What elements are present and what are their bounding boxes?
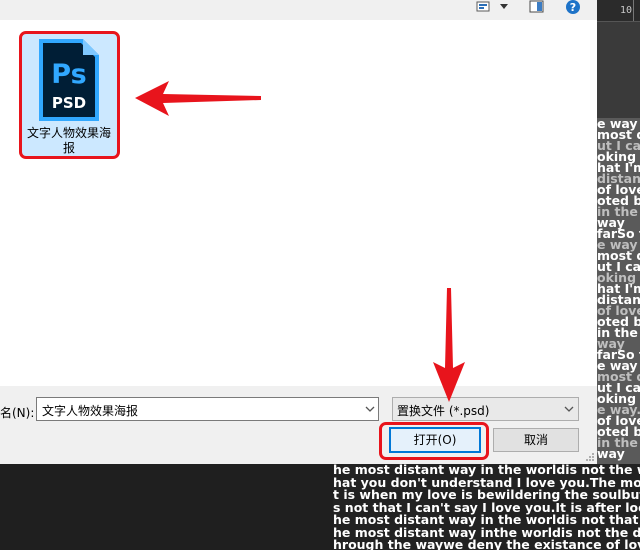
poster-text-area: he most distant way in the worldis not t…	[333, 464, 640, 550]
file-item-label: 文字人物效果海 报	[22, 126, 116, 156]
preview-pane-icon[interactable]	[529, 0, 545, 19]
svg-text:PSD: PSD	[52, 94, 86, 112]
view-menu-icon[interactable]	[476, 0, 492, 19]
poster-canvas: e way fmost disut I canoking ihat I'm ld…	[597, 118, 640, 464]
photoshop-file-icon: Ps PSD	[39, 39, 99, 121]
file-name-line-1: 文字人物效果海	[26, 126, 111, 140]
file-item-psd[interactable]: Ps PSD 文字人物效果海 报	[19, 31, 120, 159]
svg-text:Ps: Ps	[51, 59, 86, 90]
chevron-down-icon[interactable]	[365, 405, 375, 413]
resize-grip-icon[interactable]	[585, 452, 595, 462]
cancel-button[interactable]: 取消	[493, 428, 579, 452]
file-name-line-2: 报	[62, 141, 75, 155]
filename-value: 文字人物效果海报	[42, 404, 139, 418]
chevron-down-icon[interactable]	[564, 405, 574, 413]
poster-text-line: hrough the waywe deny the existance of l…	[333, 537, 640, 550]
open-button[interactable]: 打开(O)	[389, 427, 481, 453]
open-file-dialog: ? Ps PSD 文字人物效果海 报 名(N): 文字人物效果海报 置换文件 (…	[0, 0, 597, 464]
filetype-select[interactable]: 置换文件 (*.psd)	[392, 397, 579, 421]
red-arrow-left-icon	[135, 81, 261, 116]
filename-input[interactable]: 文字人物效果海报	[36, 397, 379, 421]
dialog-bottom-bar: 名(N): 文字人物效果海报 置换文件 (*.psd)	[0, 386, 597, 464]
dialog-toolbar: ?	[0, 0, 597, 20]
filetype-value: 置换文件 (*.psd)	[397, 404, 490, 418]
help-icon[interactable]: ?	[565, 0, 581, 21]
svg-text:?: ?	[570, 1, 576, 14]
filename-label: 名(N):	[0, 406, 35, 420]
chevron-down-icon[interactable]	[498, 0, 510, 18]
red-arrow-down-icon	[433, 288, 465, 402]
ruler-number: 10	[620, 5, 633, 16]
horizontal-ruler: 10	[597, 0, 640, 22]
